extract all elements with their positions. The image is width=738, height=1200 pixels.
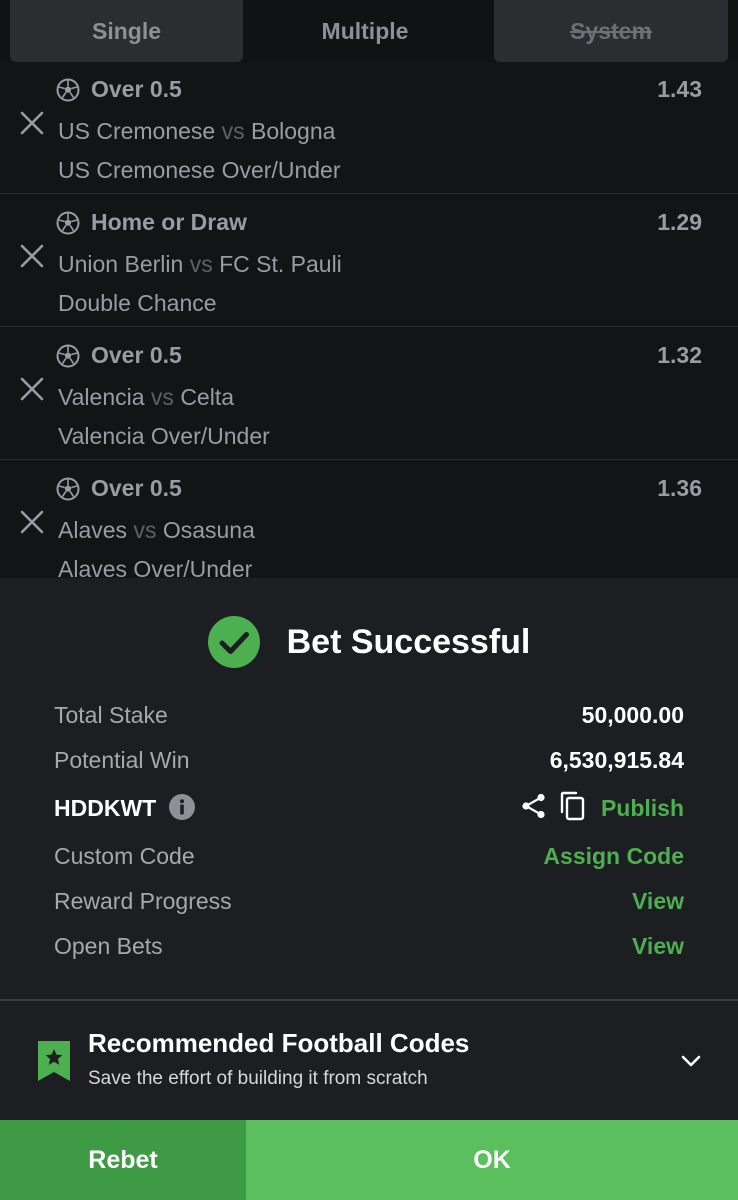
recommended-codes-banner[interactable]: Recommended Football Codes Save the effo… (0, 1001, 738, 1120)
selection-odds: 1.29 (657, 209, 702, 235)
selection-match: Union Berlin vs FC St. Pauli (58, 251, 342, 278)
selection-odds: 1.36 (657, 475, 702, 501)
home-team: US Cremonese (58, 118, 216, 144)
close-icon[interactable] (19, 243, 45, 269)
close-icon[interactable] (19, 509, 45, 535)
selection-item: Over 0.5 1.36 Alaves vs Osasuna Alaves O… (0, 461, 738, 578)
soccer-ball-icon (56, 477, 80, 501)
copy-icon[interactable] (559, 791, 587, 821)
away-team: Celta (180, 384, 235, 410)
potential-win-label: Potential Win (54, 747, 190, 773)
share-icon[interactable] (520, 792, 548, 820)
away-team: Osasuna (162, 517, 255, 543)
total-stake-row: Total Stake 50,000.00 (54, 698, 684, 734)
selection-market: US Cremonese Over/Under (58, 157, 341, 183)
recommended-subtitle: Save the effort of building it from scra… (88, 1068, 428, 1089)
selection-match: Alaves vs Osasuna (58, 517, 255, 544)
selection-match: US Cremonese vs Bologna (58, 118, 335, 145)
ok-button[interactable]: OK (246, 1120, 738, 1200)
custom-code-label: Custom Code (54, 843, 195, 869)
bookmark-star-icon (37, 1040, 71, 1082)
selection-pick: Over 0.5 (91, 76, 182, 102)
vs-label: vs (221, 118, 245, 144)
selection-odds: 1.32 (657, 342, 702, 368)
close-icon[interactable] (19, 110, 45, 136)
bet-type-tabs: Single Multiple System (0, 0, 738, 62)
home-team: Valencia (58, 384, 145, 410)
booking-code: HDDKWT (54, 795, 157, 821)
open-bets-label: Open Bets (54, 933, 163, 959)
booking-code-row: HDDKWT Publish (54, 791, 684, 827)
selections-list: Over 0.5 1.43 US Cremonese vs Bologna US… (0, 62, 738, 578)
soccer-ball-icon (56, 211, 80, 235)
total-stake-value: 50,000.00 (581, 702, 684, 728)
soccer-ball-icon (56, 78, 80, 102)
publish-link[interactable]: Publish (601, 795, 684, 822)
selection-market: Alaves Over/Under (58, 556, 253, 578)
success-title: Bet Successful (286, 622, 531, 661)
vs-label: vs (189, 251, 213, 277)
vs-label: vs (150, 384, 174, 410)
tab-system[interactable]: System (494, 0, 728, 62)
potential-win-value: 6,530,915.84 (549, 747, 684, 773)
potential-win-row: Potential Win 6,530,915.84 (54, 743, 684, 779)
selection-pick: Over 0.5 (91, 342, 182, 368)
success-header: Bet Successful (0, 614, 738, 670)
selection-odds: 1.43 (657, 76, 702, 102)
custom-code-row: Custom Code Assign Code (54, 839, 684, 875)
rebet-button[interactable]: Rebet (0, 1120, 246, 1200)
home-team: Union Berlin (58, 251, 184, 277)
selection-item: Over 0.5 1.32 Valencia vs Celta Valencia… (0, 328, 738, 460)
open-bets-view-link[interactable]: View (632, 933, 684, 960)
bet-success-panel: Bet Successful Total Stake 50,000.00 Pot… (0, 578, 738, 1120)
selection-item: Over 0.5 1.43 US Cremonese vs Bologna US… (0, 62, 738, 194)
selection-match: Valencia vs Celta (58, 384, 234, 411)
reward-progress-row: Reward Progress View (54, 884, 684, 920)
recommended-title: Recommended Football Codes (88, 1028, 470, 1058)
away-team: Bologna (251, 118, 336, 144)
reward-progress-view-link[interactable]: View (632, 888, 684, 915)
betslip-screen: Single Multiple System Over 0.5 1.43 US … (0, 0, 738, 1200)
selection-pick: Over 0.5 (91, 475, 182, 501)
close-icon[interactable] (19, 376, 45, 402)
info-icon[interactable] (168, 793, 196, 821)
home-team: Alaves (58, 517, 128, 543)
vs-label: vs (133, 517, 157, 543)
soccer-ball-icon (56, 344, 80, 368)
selection-market: Double Chance (58, 290, 217, 316)
tab-single[interactable]: Single (10, 0, 243, 62)
away-team: FC St. Pauli (219, 251, 342, 277)
selection-item: Home or Draw 1.29 Union Berlin vs FC St.… (0, 195, 738, 327)
tab-multiple[interactable]: Multiple (245, 0, 485, 62)
total-stake-label: Total Stake (54, 702, 168, 728)
selection-pick: Home or Draw (91, 209, 247, 235)
check-circle-icon (207, 616, 260, 668)
chevron-down-icon[interactable] (680, 1050, 702, 1072)
reward-progress-label: Reward Progress (54, 888, 232, 914)
open-bets-row: Open Bets View (54, 929, 684, 965)
selection-market: Valencia Over/Under (58, 423, 270, 449)
assign-code-link[interactable]: Assign Code (543, 843, 684, 870)
